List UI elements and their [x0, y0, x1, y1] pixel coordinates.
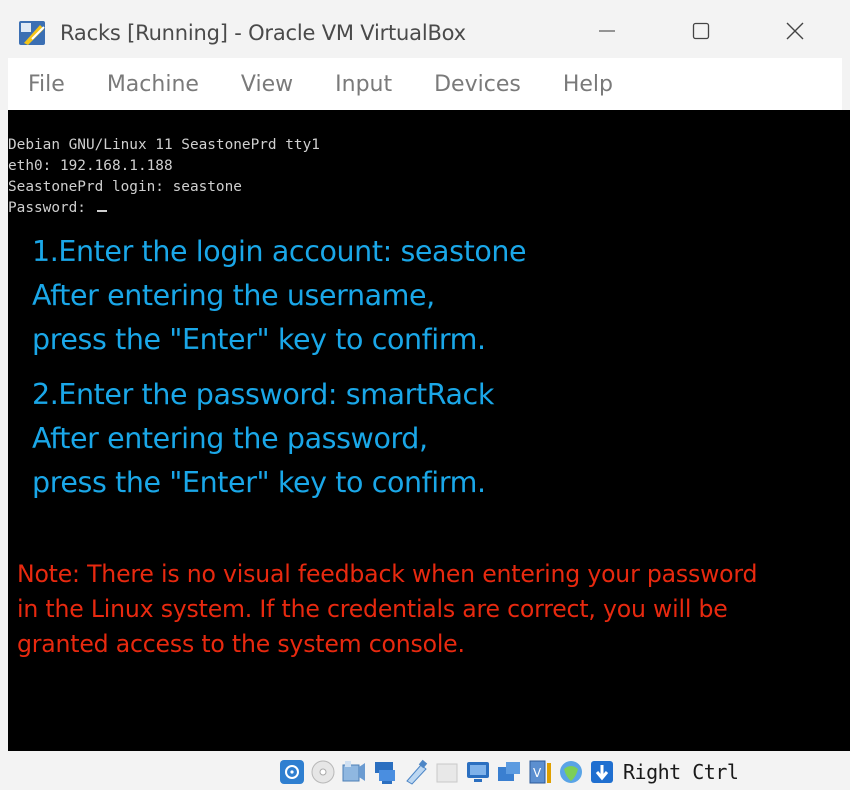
virtualbox-app-icon [18, 19, 48, 47]
menu-view[interactable]: View [241, 72, 293, 97]
menu-help[interactable]: Help [563, 72, 613, 97]
display-icon[interactable] [464, 758, 491, 785]
window-title: Racks [Running] - Oracle VM VirtualBox [60, 21, 466, 45]
usb-icon[interactable] [402, 758, 429, 785]
step2-line3: press the "Enter" key to confirm. [32, 466, 486, 499]
step2-instructions: 2.Enter the password: smartRack After en… [32, 373, 494, 505]
menu-input[interactable]: Input [335, 72, 392, 97]
text-cursor [96, 210, 107, 212]
note-line3: granted access to the system console. [17, 630, 465, 658]
maximize-button[interactable] [654, 8, 748, 58]
password-prompt: Password: [8, 200, 95, 216]
network-icon[interactable] [371, 758, 398, 785]
minimize-icon [598, 20, 616, 46]
note-line1: Note: There is no visual feedback when e… [17, 560, 758, 588]
close-button[interactable] [748, 8, 842, 58]
menu-devices[interactable]: Devices [434, 72, 521, 97]
menu-file[interactable]: File [28, 72, 65, 97]
mouse-integration-icon[interactable] [588, 758, 615, 785]
host-key-label: Right Ctrl [623, 759, 739, 784]
maximize-icon [692, 20, 710, 46]
note-line2: in the Linux system. If the credentials … [17, 595, 728, 623]
step1-instructions: 1.Enter the login account: seastone Afte… [32, 230, 527, 362]
tty-line-banner: Debian GNU/Linux 11 SeastonePrd tty1 [8, 137, 320, 153]
title-bar[interactable]: Racks [Running] - Oracle VM VirtualBox [8, 8, 842, 58]
menu-machine[interactable]: Machine [107, 72, 199, 97]
step1-heading: 1.Enter the login account: seastone [32, 235, 527, 268]
step1-line3: press the "Enter" key to confirm. [32, 323, 486, 356]
vm-console-screen[interactable]: Debian GNU/Linux 11 SeastonePrd tty1 eth0… [8, 110, 850, 751]
hard-disk-icon[interactable] [278, 758, 305, 785]
tty-output: Debian GNU/Linux 11 SeastonePrd tty1 eth0… [8, 135, 320, 219]
close-icon [786, 20, 804, 46]
step2-heading: 2.Enter the password: smartRack [32, 378, 494, 411]
tty-line-password: Password: [8, 198, 320, 219]
menu-bar: File Machine View Input Devices Help [8, 58, 842, 110]
recording-icon[interactable] [495, 758, 522, 785]
cpu-icon[interactable]: V [526, 758, 553, 785]
step2-line2: After entering the password, [32, 422, 428, 455]
svg-text:V: V [533, 766, 542, 780]
shared-folders-icon[interactable] [433, 758, 460, 785]
guest-additions-icon[interactable] [557, 758, 584, 785]
tty-line-ip: eth0: 192.168.1.188 [8, 158, 173, 174]
status-bar: V Right Ctrl [8, 751, 850, 790]
minimize-button[interactable] [560, 8, 654, 58]
audio-icon[interactable] [340, 758, 367, 785]
virtualbox-window: Racks [Running] - Oracle VM VirtualBox F… [0, 0, 850, 790]
password-note: Note: There is no visual feedback when e… [17, 557, 837, 662]
optical-drive-icon[interactable] [309, 758, 336, 785]
step1-line2: After entering the username, [32, 279, 435, 312]
tty-line-login: SeastonePrd login: seastone [8, 179, 242, 195]
